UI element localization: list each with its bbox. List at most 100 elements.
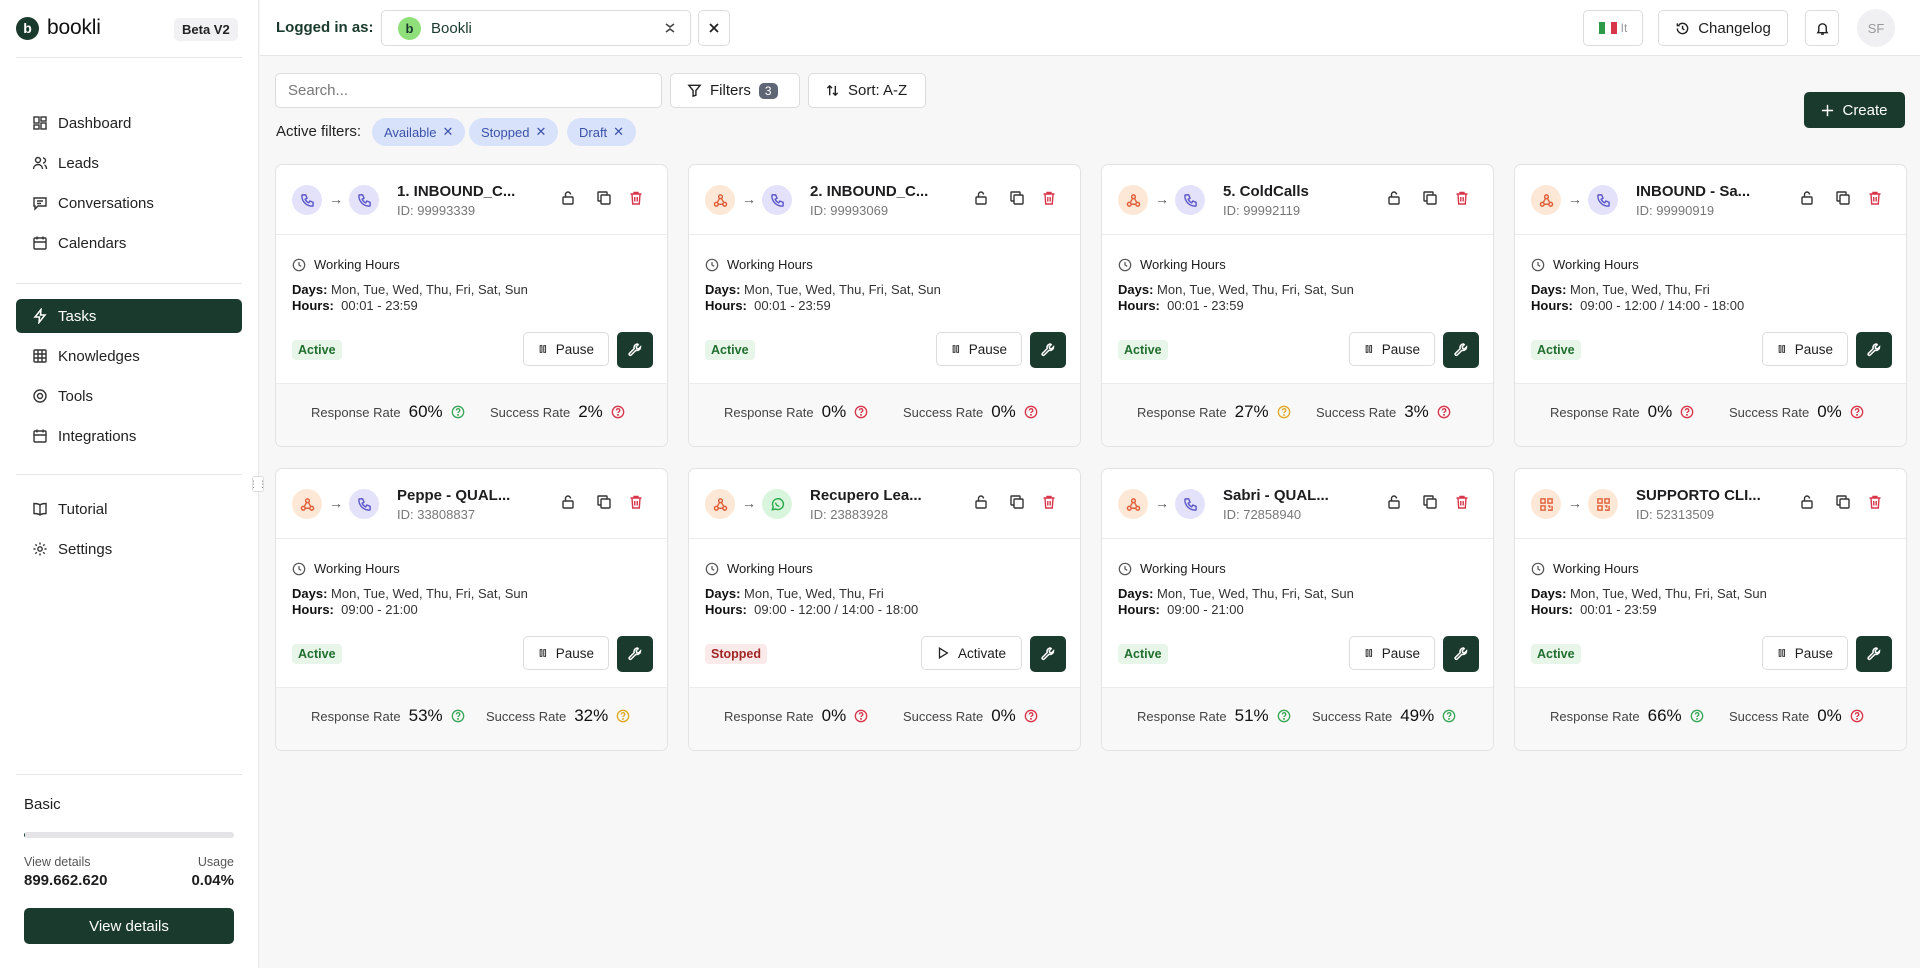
filter-chip-draft[interactable]: Draft ✕ [567, 118, 637, 146]
copy-icon[interactable] [1008, 493, 1026, 511]
help-circle-icon[interactable] [1850, 405, 1864, 419]
help-circle-icon[interactable] [854, 405, 868, 419]
pause-button[interactable]: Pause [1762, 636, 1848, 670]
copy-icon[interactable] [1421, 493, 1439, 511]
task-title[interactable]: Recupero Lea... [810, 487, 940, 504]
copy-icon[interactable] [1421, 189, 1439, 207]
pause-button[interactable]: Pause [523, 332, 609, 366]
sidebar-item-calendars[interactable]: Calendars [16, 226, 242, 260]
task-title[interactable]: SUPPORTO CLI... [1636, 487, 1766, 504]
remove-chip-icon[interactable]: ✕ [443, 124, 454, 140]
remove-chip-icon[interactable]: ✕ [535, 124, 546, 140]
sort-button[interactable]: Sort: A-Z [808, 73, 926, 108]
configure-button[interactable] [1856, 636, 1892, 672]
task-title[interactable]: 2. INBOUND_C... [810, 183, 940, 200]
task-card[interactable]: → Sabri - QUAL... ID: 72858940 Working Hour… [1101, 468, 1494, 751]
task-card[interactable]: → INBOUND - Sa... ID: 99990919 Working Hour… [1514, 164, 1907, 447]
activate-button[interactable]: Activate [921, 636, 1022, 670]
help-circle-icon[interactable] [1437, 405, 1451, 419]
configure-button[interactable] [1443, 636, 1479, 672]
help-circle-icon[interactable] [1277, 405, 1291, 419]
copy-icon[interactable] [595, 493, 613, 511]
search-input[interactable] [275, 73, 662, 108]
trash-icon[interactable] [627, 493, 645, 511]
task-card[interactable]: → Recupero Lea... ID: 23883928 Working Hour… [688, 468, 1081, 751]
clear-account-button[interactable] [698, 10, 730, 46]
lock-open-icon[interactable] [1798, 493, 1816, 511]
help-circle-icon[interactable] [611, 405, 625, 419]
help-circle-icon[interactable] [451, 405, 465, 419]
pause-button[interactable]: Pause [1349, 636, 1435, 670]
configure-button[interactable] [617, 636, 653, 672]
pause-button[interactable]: Pause [936, 332, 1022, 366]
sidebar-item-tools[interactable]: Tools [16, 379, 242, 413]
sidebar-item-dashboard[interactable]: Dashboard [16, 106, 242, 140]
task-card[interactable]: → 1. INBOUND_C... ID: 99993339 Working Hour… [275, 164, 668, 447]
sidebar-item-integrations[interactable]: Integrations [16, 419, 242, 453]
sidebar-item-tasks[interactable]: Tasks [16, 299, 242, 333]
task-card[interactable]: → SUPPORTO CLI... ID: 52313509 Working Hour… [1514, 468, 1907, 751]
filter-chip-stopped[interactable]: Stopped ✕ [469, 118, 559, 146]
configure-button[interactable] [1856, 332, 1892, 368]
pause-button[interactable]: Pause [1349, 332, 1435, 366]
sidebar-item-conversations[interactable]: Conversations [16, 186, 242, 220]
help-circle-icon[interactable] [854, 709, 868, 723]
help-circle-icon[interactable] [1277, 709, 1291, 723]
task-title[interactable]: INBOUND - Sa... [1636, 183, 1766, 200]
help-circle-icon[interactable] [616, 709, 630, 723]
help-circle-icon[interactable] [451, 709, 465, 723]
task-title[interactable]: 1. INBOUND_C... [397, 183, 527, 200]
user-avatar[interactable]: SF [1857, 9, 1895, 47]
configure-button[interactable] [1030, 636, 1066, 672]
configure-button[interactable] [1443, 332, 1479, 368]
remove-chip-icon[interactable]: ✕ [613, 124, 624, 140]
changelog-button[interactable]: Changelog [1658, 10, 1788, 46]
lock-open-icon[interactable] [972, 493, 990, 511]
account-select[interactable]: b Bookli [381, 10, 691, 46]
lock-open-icon[interactable] [1385, 189, 1403, 207]
lock-open-icon[interactable] [559, 493, 577, 511]
create-button[interactable]: Create [1804, 92, 1905, 128]
trash-icon[interactable] [1040, 493, 1058, 511]
configure-button[interactable] [1030, 332, 1066, 368]
copy-icon[interactable] [1008, 189, 1026, 207]
trash-icon[interactable] [1453, 493, 1471, 511]
pause-button[interactable]: Pause [523, 636, 609, 670]
sidebar-item-tutorial[interactable]: Tutorial [16, 492, 242, 526]
task-title[interactable]: Peppe - QUAL... [397, 487, 527, 504]
help-circle-icon[interactable] [1680, 405, 1694, 419]
sidebar-item-settings[interactable]: Settings [16, 532, 242, 566]
trash-icon[interactable] [1453, 189, 1471, 207]
notifications-button[interactable] [1805, 10, 1839, 46]
copy-icon[interactable] [1834, 189, 1852, 207]
copy-icon[interactable] [1834, 493, 1852, 511]
help-circle-icon[interactable] [1850, 709, 1864, 723]
sidebar-item-knowledges[interactable]: Knowledges [16, 339, 242, 373]
trash-icon[interactable] [1866, 493, 1884, 511]
task-title[interactable]: Sabri - QUAL... [1223, 487, 1353, 504]
task-card[interactable]: → 2. INBOUND_C... ID: 99993069 Working Hour… [688, 164, 1081, 447]
lock-open-icon[interactable] [1385, 493, 1403, 511]
task-card[interactable]: → Peppe - QUAL... ID: 33808837 Working Hour… [275, 468, 668, 751]
trash-icon[interactable] [1040, 189, 1058, 207]
filter-chip-available[interactable]: Available ✕ [372, 118, 466, 146]
help-circle-icon[interactable] [1024, 405, 1038, 419]
trash-icon[interactable] [1866, 189, 1884, 207]
sidebar-item-leads[interactable]: Leads [16, 146, 242, 180]
filters-button[interactable]: Filters 3 [670, 73, 800, 108]
lock-open-icon[interactable] [972, 189, 990, 207]
copy-icon[interactable] [595, 189, 613, 207]
help-circle-icon[interactable] [1024, 709, 1038, 723]
lock-open-icon[interactable] [559, 189, 577, 207]
help-circle-icon[interactable] [1442, 709, 1456, 723]
lock-open-icon[interactable] [1798, 189, 1816, 207]
help-circle-icon[interactable] [1690, 709, 1704, 723]
task-card[interactable]: → 5. ColdCalls ID: 99992119 Working Hours Da… [1101, 164, 1494, 447]
brand[interactable]: b bookli [16, 16, 101, 40]
sidebar-collapse-handle[interactable]: ⋮⋮ [249, 476, 267, 492]
view-details-button[interactable]: View details [24, 908, 234, 944]
language-button[interactable]: It [1583, 10, 1643, 46]
pause-button[interactable]: Pause [1762, 332, 1848, 366]
trash-icon[interactable] [627, 189, 645, 207]
task-title[interactable]: 5. ColdCalls [1223, 183, 1353, 200]
